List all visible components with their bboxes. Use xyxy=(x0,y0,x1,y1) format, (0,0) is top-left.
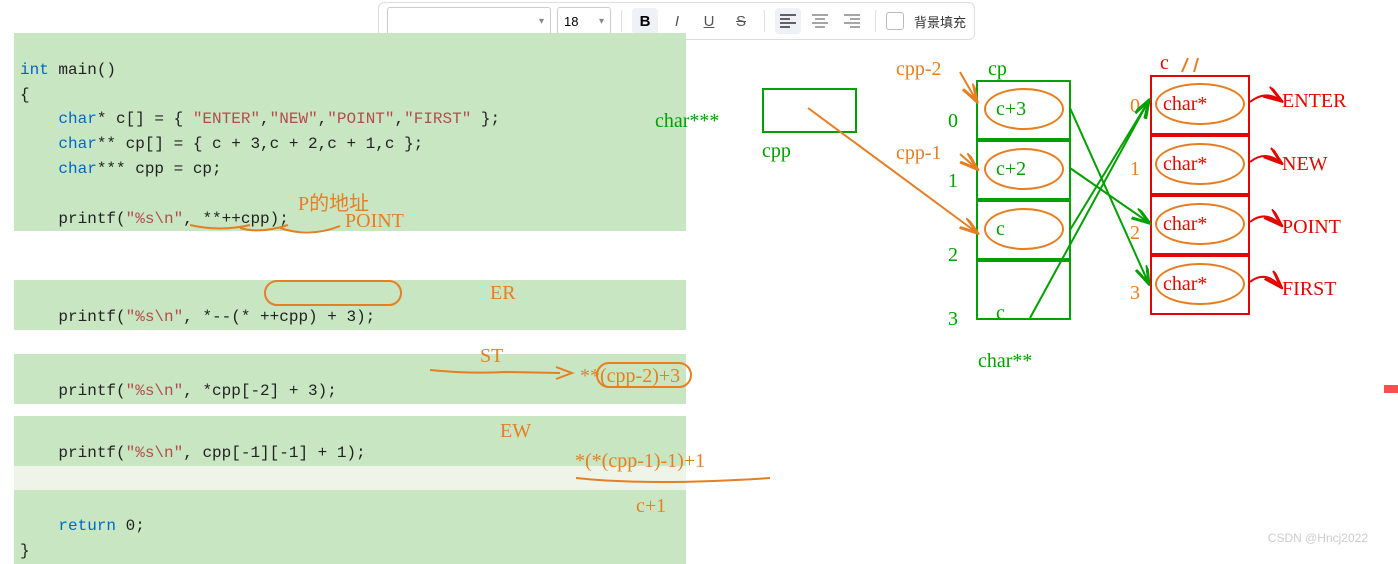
code-text xyxy=(20,517,58,535)
circle-c2 xyxy=(1155,203,1245,245)
circle-cp0 xyxy=(984,88,1064,130)
underline-button[interactable]: U xyxy=(696,8,722,34)
font-size-value: 18 xyxy=(564,14,578,29)
chevron-down-icon: ▾ xyxy=(539,16,544,27)
font-family-select[interactable]: ▾ xyxy=(387,7,551,35)
ridx2: 2 xyxy=(1130,222,1140,245)
circle-cp2 xyxy=(984,208,1064,250)
divider xyxy=(621,10,622,32)
kw-char: char xyxy=(58,135,96,153)
code-text: * c[] = { xyxy=(97,110,193,128)
bg-fill-checkbox[interactable] xyxy=(886,12,904,30)
bg-fill-label: 背景填充 xyxy=(914,12,966,31)
italic-button[interactable]: I xyxy=(664,8,690,34)
code-block-1: int main() { char* c[] = { "ENTER","NEW"… xyxy=(14,33,686,231)
code-text: printf( xyxy=(20,444,126,462)
bold-button[interactable]: B xyxy=(632,8,658,34)
circle-expr-2 xyxy=(264,280,402,306)
label-cpp-m1: cpp-1 xyxy=(896,142,942,165)
circle-c0 xyxy=(1155,83,1245,125)
code-text: , *--(* ++cpp) + 3); xyxy=(183,308,375,326)
code-block-4: printf("%s\n", cpp[-1][-1] + 1); return … xyxy=(14,416,686,564)
str-point: POINT xyxy=(1282,216,1341,239)
align-center-button[interactable] xyxy=(807,8,833,34)
ridx0: 0 xyxy=(1130,95,1140,118)
code-text: }; xyxy=(471,110,500,128)
circle-cp1 xyxy=(984,148,1064,190)
str-point: "POINT" xyxy=(327,110,394,128)
label-cpp: cpp xyxy=(762,140,791,163)
italic-label: I xyxy=(675,13,679,30)
align-right-button[interactable] xyxy=(839,8,865,34)
kw-return: return xyxy=(58,517,116,535)
cp3-val: c xyxy=(996,302,1005,325)
label-c: c xyxy=(1160,52,1169,75)
bold-label: B xyxy=(640,13,651,30)
kw-char: char xyxy=(58,110,96,128)
str-new: NEW xyxy=(1282,153,1328,176)
align-center-icon xyxy=(812,14,828,28)
kw-char: char xyxy=(58,160,96,178)
circle-c1 xyxy=(1155,143,1245,185)
circle-c3 xyxy=(1155,263,1245,305)
align-left-button[interactable] xyxy=(775,8,801,34)
idx1: 1 xyxy=(948,170,958,193)
cp-cell-3 xyxy=(976,260,1071,320)
code-text: ** cp[] = { c + 3,c + 2,c + 1,c }; xyxy=(97,135,423,153)
align-right-icon xyxy=(844,14,860,28)
kw-int: int xyxy=(20,61,49,79)
str-fmt: "%s\n" xyxy=(126,210,184,228)
ridx1: 1 xyxy=(1130,158,1140,181)
code-block-3: printf("%s\n", *cpp[-2] + 3); xyxy=(14,354,686,404)
ridx3: 3 xyxy=(1130,282,1140,305)
align-left-icon xyxy=(780,14,796,28)
code-text: *** cpp = cp; xyxy=(97,160,222,178)
code-text: , **++cpp); xyxy=(183,210,289,228)
str-first: FIRST xyxy=(1282,278,1336,301)
str-enter: "ENTER" xyxy=(193,110,260,128)
font-size-select[interactable]: 18 ▾ xyxy=(557,7,611,35)
str-first: "FIRST" xyxy=(404,110,471,128)
str-fmt: "%s\n" xyxy=(126,308,184,326)
chevron-down-icon: ▾ xyxy=(599,16,604,27)
divider xyxy=(764,10,765,32)
idx0: 0 xyxy=(948,110,958,133)
str-enter: ENTER xyxy=(1282,90,1346,113)
idx2: 2 xyxy=(948,244,958,267)
str-new: "NEW" xyxy=(270,110,318,128)
str-fmt: "%s\n" xyxy=(126,444,184,462)
code-text: , cpp[-1][-1] + 1); xyxy=(183,444,365,462)
cpp-box xyxy=(762,88,857,133)
label-cpp-m2: cpp-2 xyxy=(896,58,942,81)
underline-label: U xyxy=(704,13,715,30)
idx3: 3 xyxy=(948,308,958,331)
str-fmt: "%s\n" xyxy=(126,382,184,400)
code-text: printf( xyxy=(20,210,126,228)
label-char2: char** xyxy=(978,350,1032,373)
strike-label: S xyxy=(736,13,746,30)
label-cp: cp xyxy=(988,58,1007,81)
code-text: printf( xyxy=(20,382,126,400)
code-text: printf( xyxy=(20,308,126,326)
label-char3: char*** xyxy=(655,110,719,133)
pointer-diagram: char*** cpp cp cpp-2 cpp-1 0 1 2 3 c+3 c… xyxy=(650,50,1390,520)
strike-button[interactable]: S xyxy=(728,8,754,34)
scroll-marker xyxy=(1384,385,1398,393)
watermark: CSDN @Hncj2022 xyxy=(1268,531,1368,545)
code-text: , *cpp[-2] + 3); xyxy=(183,382,337,400)
divider xyxy=(875,10,876,32)
